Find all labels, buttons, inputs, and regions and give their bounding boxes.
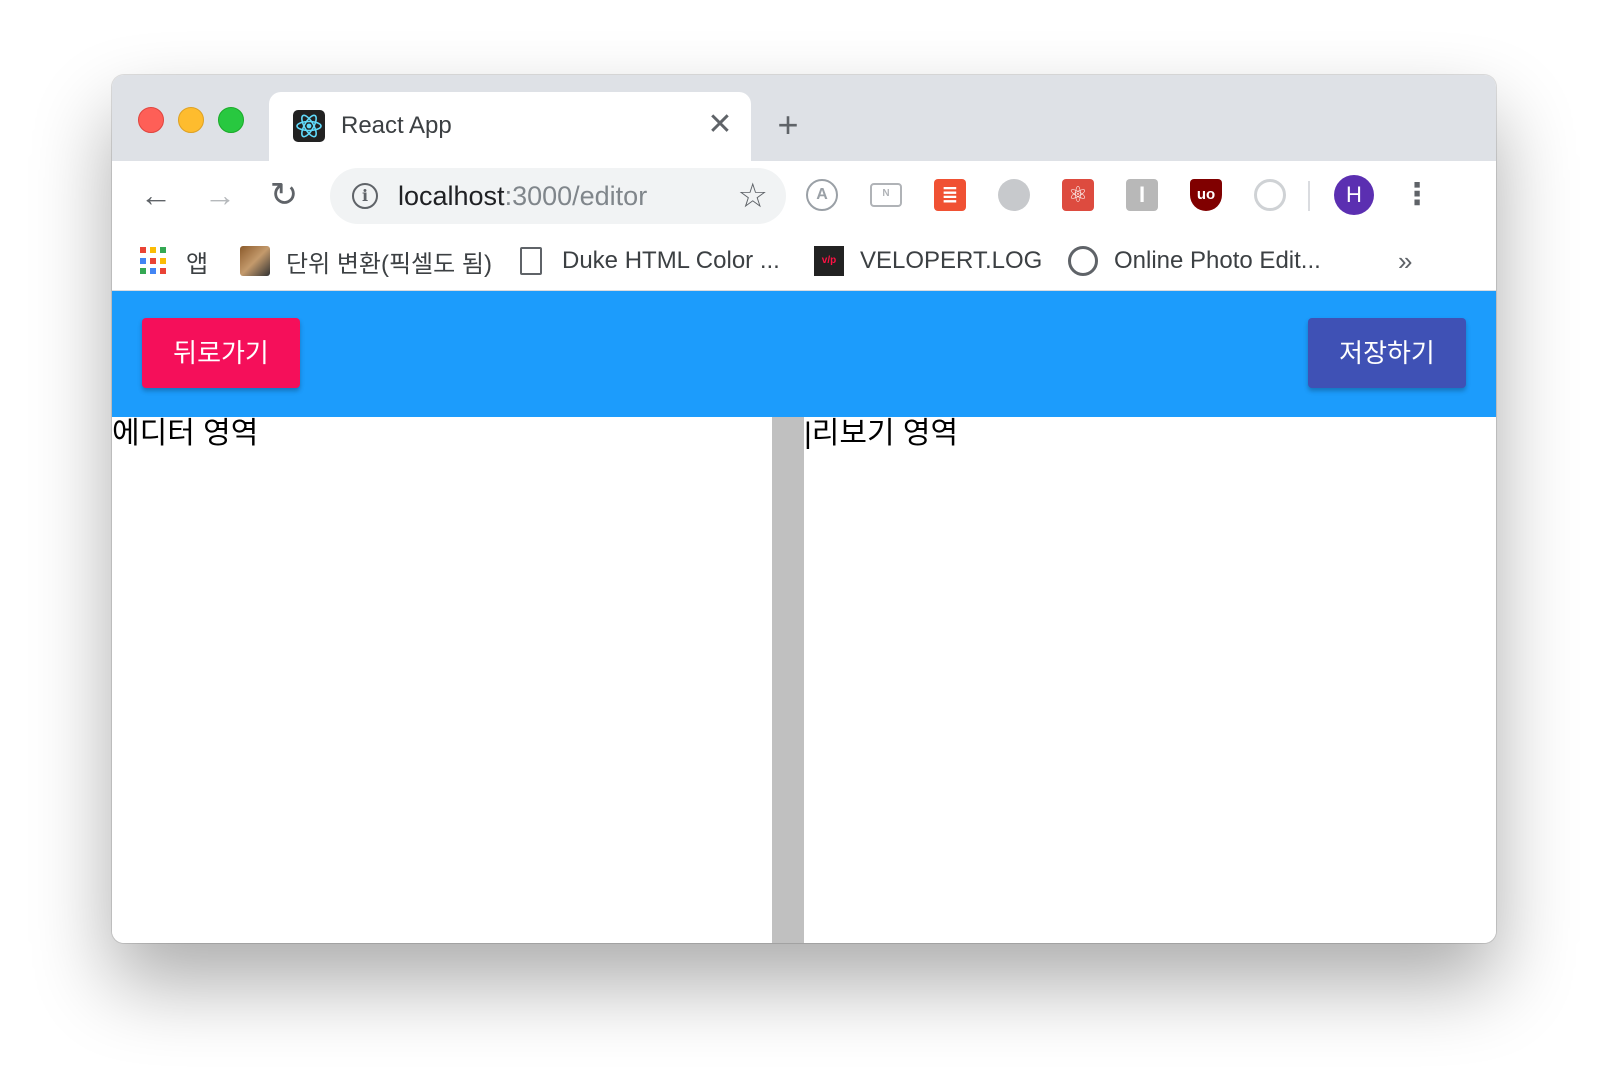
back-button[interactable]: 뒤로가기	[142, 318, 300, 388]
url-host: localhost	[398, 181, 505, 211]
tab-title: React App	[341, 112, 452, 139]
a-circle-icon[interactable]: A	[806, 179, 838, 211]
close-icon[interactable]: ✕	[703, 108, 737, 142]
preview-pane: |리보기 영역	[804, 417, 1496, 943]
browser-toolbar: ← → ↻ i localhost:3000/editor ☆ A N ≣ ⚛ …	[112, 161, 1496, 231]
window-maximize-button[interactable]	[218, 107, 244, 133]
info-icon[interactable]: i	[352, 183, 378, 209]
react-logo-icon	[293, 110, 325, 142]
profile-avatar[interactable]: H	[1334, 175, 1374, 215]
editor-pane[interactable]: 에디터 영역	[112, 417, 772, 943]
bookmark-photo-editor[interactable]: Online Photo Edit...	[1068, 241, 1321, 281]
editor-pane-label: 에디터 영역	[112, 417, 259, 450]
toolbar-divider	[1308, 181, 1310, 211]
tab-react-app[interactable]: React App ✕	[269, 92, 751, 161]
browser-window: React App ✕ + ← → ↻ i localhost:3000/edi…	[112, 75, 1496, 943]
url-text[interactable]: localhost:3000/editor	[398, 181, 647, 212]
ublock-icon[interactable]: uo	[1190, 179, 1222, 211]
tc-icon	[240, 246, 270, 276]
brain-icon[interactable]	[998, 179, 1030, 211]
bookmark-label: Duke HTML Color ...	[562, 247, 780, 274]
url-path: :3000/editor	[504, 181, 648, 211]
aperture-icon	[1068, 246, 1098, 276]
save-button[interactable]: 저장하기	[1308, 318, 1466, 388]
n-box-icon[interactable]: N	[870, 183, 902, 207]
bookmark-apps[interactable]: 앱	[140, 241, 208, 281]
new-tab-button[interactable]: +	[768, 105, 808, 145]
apps-grid-icon	[140, 247, 168, 275]
velopert-icon: v/p	[814, 246, 844, 276]
more-menu-icon[interactable]: ⋮	[1402, 175, 1432, 215]
editor-panes: 에디터 영역 |리보기 영역	[112, 417, 1496, 943]
address-bar[interactable]: i localhost:3000/editor ☆	[330, 168, 786, 224]
window-minimize-button[interactable]	[178, 107, 204, 133]
bookmarks-overflow-icon[interactable]: »	[1398, 241, 1412, 281]
preview-pane-label: |리보기 영역	[804, 417, 959, 450]
reload-icon[interactable]: ↻	[264, 175, 304, 215]
page-icon	[520, 247, 542, 275]
pane-splitter[interactable]	[772, 417, 804, 943]
bookmark-velopert[interactable]: v/p VELOPERT.LOG	[814, 241, 1042, 281]
bookmark-label: 단위 변환(픽셀도 됨)	[286, 250, 492, 278]
back-arrow-icon[interactable]: ←	[136, 175, 176, 215]
editor-header: 뒤로가기 저장하기	[112, 291, 1496, 417]
bookmark-label: Online Photo Edit...	[1114, 247, 1321, 274]
list-icon[interactable]: ≣	[934, 179, 966, 211]
react-devtools-icon[interactable]: ⚛	[1062, 179, 1094, 211]
bookmark-star-icon[interactable]: ☆	[738, 178, 768, 214]
window-close-button[interactable]	[138, 107, 164, 133]
bookmark-unit-converter[interactable]: 단위 변환(픽셀도 됨)	[240, 241, 492, 281]
ring-icon[interactable]	[1254, 179, 1286, 211]
bookmark-label: 앱	[186, 250, 209, 278]
bookmark-label: VELOPERT.LOG	[860, 247, 1043, 274]
bookmark-duke-color[interactable]: Duke HTML Color ...	[516, 241, 780, 281]
tab-strip: React App ✕ +	[112, 75, 1496, 161]
bookmarks-bar: 앱 단위 변환(픽셀도 됨) Duke HTML Color ... v/p V…	[112, 231, 1496, 291]
forward-arrow-icon[interactable]: →	[200, 175, 240, 215]
i-box-icon[interactable]: I	[1126, 179, 1158, 211]
